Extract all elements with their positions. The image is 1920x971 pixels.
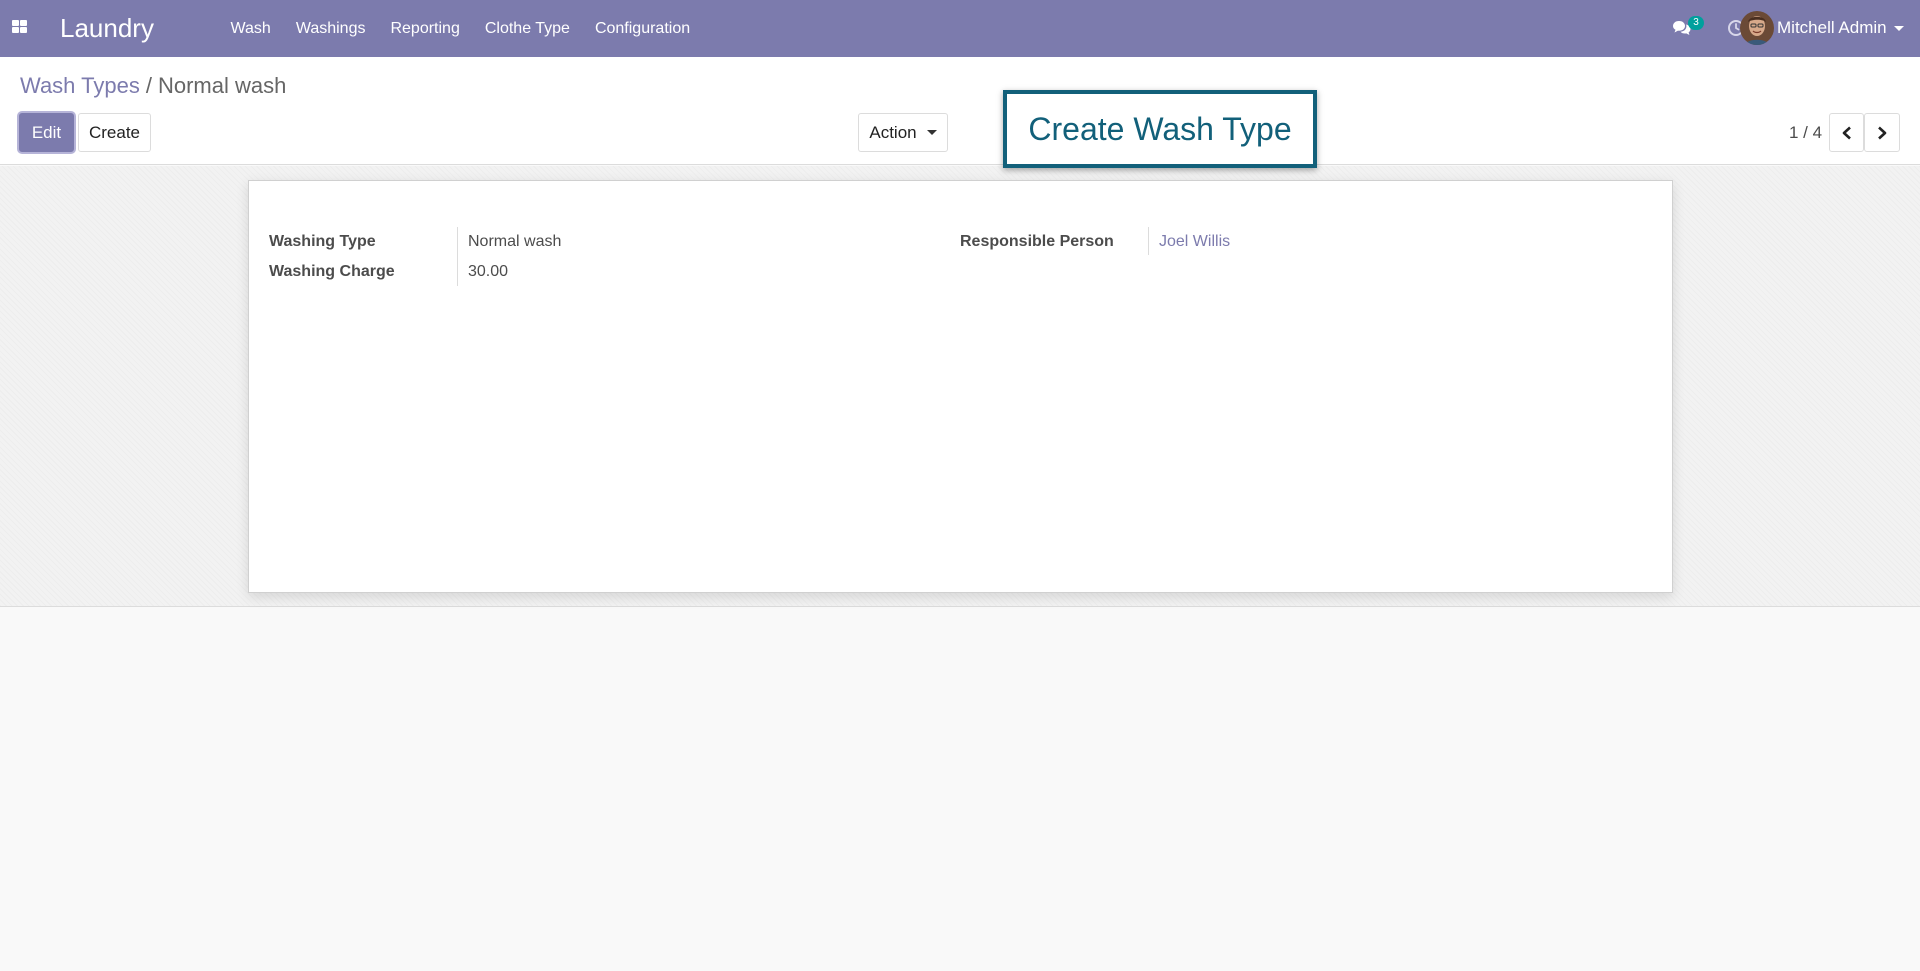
- washing-charge-label: Washing Charge: [269, 263, 395, 280]
- form-view: Washing Type Normal wash Washing Charge …: [0, 166, 1920, 607]
- menu-item-clothe-type[interactable]: Clothe Type: [472, 0, 582, 57]
- user-menu-name[interactable]: Mitchell Admin: [1777, 18, 1887, 38]
- pager-previous-button[interactable]: [1829, 113, 1864, 152]
- responsible-person-label: Responsible Person: [960, 233, 1114, 250]
- menu-item-configuration[interactable]: Configuration: [582, 0, 702, 57]
- field-divider: [1148, 227, 1149, 255]
- breadcrumb: Wash Types / Normal wash: [20, 73, 286, 99]
- breadcrumb-current: Normal wash: [157, 73, 287, 98]
- form-sheet: Washing Type Normal wash Washing Charge …: [248, 180, 1673, 593]
- washing-type-value: Normal wash: [468, 233, 562, 250]
- control-panel: Wash Types / Normal wash Edit Create Actio…: [0, 57, 1920, 165]
- washing-charge-value: 30.00: [468, 263, 509, 280]
- action-dropdown-button[interactable]: Action: [858, 113, 948, 152]
- messages-count-badge: 3: [1688, 16, 1704, 30]
- field-divider: [457, 227, 458, 286]
- pager-value[interactable]: 1 / 4: [1789, 123, 1822, 143]
- create-button[interactable]: Create: [78, 113, 151, 152]
- menu-item-reporting[interactable]: Reporting: [378, 0, 472, 57]
- menu-item-washings[interactable]: Washings: [283, 0, 378, 57]
- user-menu-caret-icon[interactable]: [1894, 26, 1904, 31]
- pager-next-button[interactable]: [1864, 113, 1900, 152]
- menu-item-wash[interactable]: Wash: [218, 0, 283, 57]
- edit-button[interactable]: Edit: [19, 113, 74, 152]
- action-button-label: Action: [869, 122, 917, 142]
- apps-grid-icon[interactable]: [12, 20, 28, 34]
- main-menu: Wash Washings Reporting Clothe Type Conf…: [218, 0, 703, 57]
- chevron-down-icon: [926, 130, 937, 135]
- responsible-person-link[interactable]: Joel Willis: [1159, 233, 1230, 251]
- top-navbar: Laundry Wash Washings Reporting Clothe T…: [0, 0, 1920, 57]
- breadcrumb-parent-link[interactable]: Wash Types: [20, 73, 140, 98]
- user-avatar[interactable]: [1740, 11, 1774, 45]
- chevron-left-icon: [1842, 126, 1851, 139]
- breadcrumb-separator: /: [145, 73, 152, 98]
- app-brand[interactable]: Laundry: [60, 13, 154, 44]
- washing-type-label: Washing Type: [269, 233, 376, 250]
- create-wash-type-callout: Create Wash Type: [1003, 90, 1317, 168]
- chevron-right-icon: [1878, 126, 1887, 139]
